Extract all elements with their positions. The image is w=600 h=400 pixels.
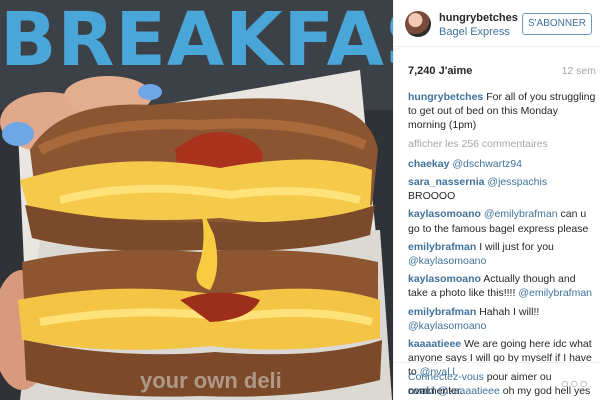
comment-mention[interactable]: @emilybrafman bbox=[484, 208, 558, 220]
likes-count[interactable]: 7,240 J'aime bbox=[408, 65, 472, 77]
post-footer: Connectez-vous pour aimer ou commenter. … bbox=[394, 362, 600, 400]
follow-button[interactable]: S'ABONNER bbox=[522, 13, 592, 35]
comment-mention[interactable]: @jesspachis bbox=[487, 176, 547, 188]
comment-mention[interactable]: @kaylasomoano bbox=[408, 255, 486, 267]
comment-mention[interactable]: @emilybrafman bbox=[518, 287, 592, 299]
list-item: emilybrafman I will just for you @kaylas… bbox=[408, 240, 596, 268]
caption: hungrybetches For all of you struggling … bbox=[408, 90, 596, 133]
caption-username[interactable]: hungrybetches bbox=[408, 91, 483, 103]
comment-username[interactable]: kaylasomoano bbox=[408, 208, 481, 220]
comment-username[interactable]: emilybrafman bbox=[408, 241, 476, 253]
list-item: kaylasomoano @emilybrafman can u go to t… bbox=[408, 207, 596, 235]
post-location[interactable]: Bagel Express bbox=[439, 26, 510, 38]
list-item: chaekay @dschwartz94 bbox=[408, 157, 596, 171]
post-photo[interactable]: BREAKFAST your own deli bbox=[0, 0, 393, 400]
list-item: sara_nassernia @jesspachis BROOOO bbox=[408, 175, 596, 203]
post-sidebar: hungrybetches Bagel Express S'ABONNER 7,… bbox=[393, 0, 600, 400]
post-header: hungrybetches Bagel Express S'ABONNER bbox=[394, 0, 600, 47]
comment-username[interactable]: kaylasomoano bbox=[408, 273, 481, 285]
post-stats: 7,240 J'aime 12 sem bbox=[408, 65, 596, 77]
comment-username[interactable]: sara_nassernia bbox=[408, 176, 484, 188]
list-item: emilybrafman Hahah I will!! @kaylasomoan… bbox=[408, 305, 596, 333]
show-more-comments-link[interactable]: afficher les 256 commentaires bbox=[408, 137, 596, 151]
comment-mention[interactable]: @dschwartz94 bbox=[452, 158, 522, 170]
comment-text: BROOOO bbox=[408, 190, 456, 203]
post-time[interactable]: 12 sem bbox=[562, 65, 596, 77]
avatar[interactable] bbox=[405, 11, 431, 37]
photo-tagline: your own deli bbox=[140, 368, 282, 393]
login-prompt: Connectez-vous pour aimer ou commenter. bbox=[408, 370, 558, 398]
comment-mention[interactable]: @kaylasomoano bbox=[408, 320, 486, 332]
comment-text: Hahah I will!! bbox=[479, 305, 540, 318]
post-username[interactable]: hungrybetches bbox=[439, 12, 518, 24]
comment-username[interactable]: emilybrafman bbox=[408, 306, 476, 318]
bagel-sandwich-image bbox=[0, 70, 392, 400]
ellipsis-icon[interactable]: ○○○ bbox=[561, 375, 589, 391]
login-link[interactable]: Connectez-vous bbox=[408, 371, 484, 383]
comment-text: I will just for you bbox=[479, 240, 554, 253]
comment-username[interactable]: kaaaatieee bbox=[408, 338, 461, 350]
list-item: kaylasomoano Actually though and take a … bbox=[408, 272, 596, 300]
comments-list: hungrybetches For all of you struggling … bbox=[408, 90, 596, 400]
comment-username[interactable]: chaekay bbox=[408, 158, 449, 170]
